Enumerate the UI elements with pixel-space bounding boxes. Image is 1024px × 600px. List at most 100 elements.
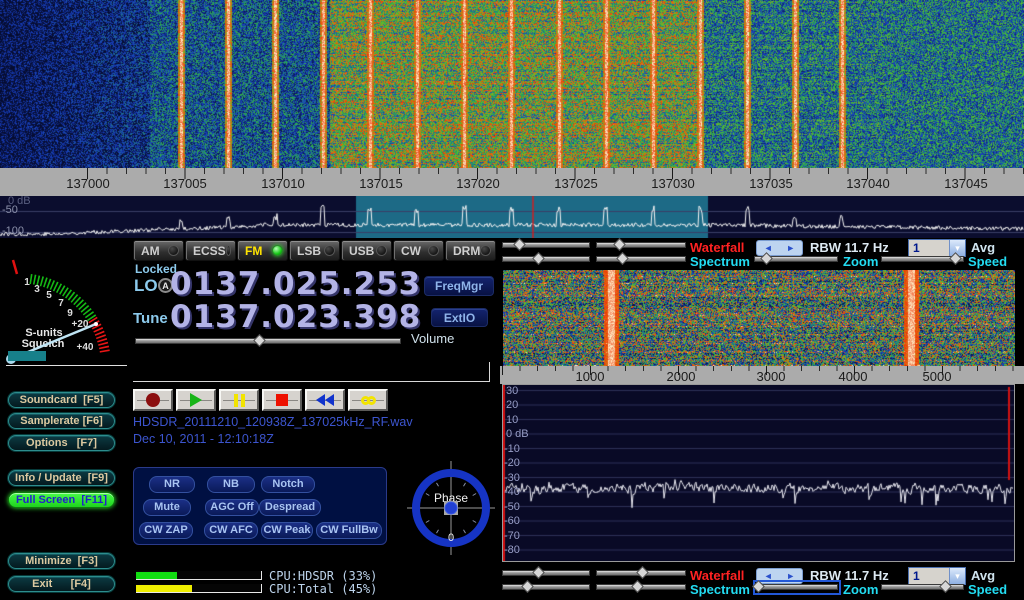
s-meter-tick-label: 7 (58, 298, 64, 309)
speed-slider-2[interactable] (881, 583, 964, 592)
rx-frequency-scale[interactable]: 1000 2000 3000 4000 5000 (500, 366, 1024, 384)
play-icon (190, 393, 202, 407)
spectrum-gain-slider[interactable] (502, 255, 590, 264)
pause-button[interactable] (219, 389, 259, 411)
zoom-slider[interactable] (754, 255, 838, 264)
recorder-toolbar (133, 389, 393, 411)
speed-label: Speed (968, 254, 1007, 269)
zoom-slider-2[interactable] (756, 583, 838, 592)
waterfall-brightness-slider-2[interactable] (502, 569, 590, 578)
speed-slider[interactable] (881, 255, 964, 264)
spectrum-range-slider-2[interactable] (596, 583, 686, 592)
volume-slider[interactable] (135, 337, 401, 346)
mode-button-ecss[interactable]: ECSS (185, 240, 236, 261)
recording-date: Dec 10, 2011 - 12:10:18Z (133, 432, 274, 446)
db-label: -20 (504, 457, 520, 469)
db-label: 20 (506, 399, 518, 411)
mode-label: ECSS (193, 244, 226, 258)
record-button[interactable] (133, 389, 173, 411)
mode-led (324, 245, 335, 256)
freq-tick-label: 137035 (736, 176, 806, 191)
spectrum-range-slider[interactable] (596, 255, 686, 264)
lo-frequency-display[interactable]: 0137.025.253 (170, 266, 421, 302)
db-label: -70 (504, 530, 520, 542)
rewind-button[interactable] (305, 389, 345, 411)
spin-left-icon[interactable]: ◄ (764, 571, 773, 581)
info-update-button[interactable]: Info / Update [F9] (8, 470, 115, 486)
samplerate-button[interactable]: Samplerate [F6] (8, 413, 115, 429)
main-spectrum-canvas[interactable] (0, 196, 1024, 238)
cpu-total-bar (136, 584, 262, 593)
mode-led (272, 245, 283, 256)
lo-label: LO (134, 276, 158, 296)
spin-right-icon[interactable]: ► (786, 243, 795, 253)
options-button[interactable]: Options [F7] (8, 435, 115, 451)
waterfall-brightness-slider[interactable] (502, 241, 590, 250)
mode-led (226, 245, 231, 256)
spectrum-label-2: Spectrum (690, 582, 750, 597)
mode-button-am[interactable]: AM (133, 240, 184, 261)
waterfall-shift-spinner-2[interactable]: ◄ ► (756, 568, 803, 584)
s-meter-tick-label: 5 (46, 290, 52, 301)
freq-tick-label: 137015 (346, 176, 416, 191)
spectrum-gain-slider-2[interactable] (502, 583, 590, 592)
freq-tick-label: 5000 (907, 369, 967, 384)
phase-dial[interactable]: Phase 0 (407, 461, 495, 555)
mode-label: DRM (453, 244, 480, 258)
waterfall-label-2: Waterfall (690, 568, 744, 583)
db-label: -100 (2, 225, 24, 237)
slider-track[interactable] (135, 338, 401, 344)
cw-peak-button[interactable]: CW Peak (261, 522, 313, 539)
freqmgr-button[interactable]: FreqMgr (424, 276, 494, 296)
s-meter-tick-label: +40 (77, 342, 94, 353)
mode-button-fm[interactable]: FM (237, 240, 288, 261)
cw-afc-button[interactable]: CW AFC (204, 522, 258, 539)
waterfall-contrast-slider-2[interactable] (596, 569, 686, 578)
notch-button[interactable]: Notch (261, 476, 315, 493)
zoom-label-2: Zoom (843, 582, 878, 597)
extio-button[interactable]: ExtIO (431, 308, 488, 327)
avg-label: Avg (971, 240, 995, 255)
freq-tick-label: 137025 (541, 176, 611, 191)
rx-waterfall-display[interactable] (503, 270, 1015, 366)
loop-button[interactable] (348, 389, 388, 411)
main-waterfall-display[interactable] (0, 0, 1024, 168)
mode-button-usb[interactable]: USB (341, 240, 392, 261)
squelch-level-bar[interactable] (8, 351, 46, 361)
nr-button[interactable]: NR (149, 476, 195, 493)
mode-button-lsb[interactable]: LSB (289, 240, 340, 261)
freq-tick-label: 1000 (560, 369, 620, 384)
waterfall-contrast-slider[interactable] (596, 241, 686, 250)
tune-frequency-display[interactable]: 0137.023.398 (170, 299, 421, 335)
speed-label-2: Speed (968, 582, 1007, 597)
minimize-button[interactable]: Minimize [F3] (8, 553, 115, 569)
phase-knob[interactable] (445, 502, 457, 514)
despread-button[interactable]: Despread (259, 499, 321, 516)
slider-thumb[interactable] (253, 334, 266, 347)
soundcard-button[interactable]: Soundcard [F5] (8, 392, 115, 408)
mode-label: AM (141, 244, 160, 258)
s-meter-tick-label: 9 (67, 308, 73, 319)
cw-fullbw-button[interactable]: CW FullBw (316, 522, 382, 539)
mode-button-cw[interactable]: CW (393, 240, 444, 261)
agc-button[interactable]: AGC Off (205, 499, 259, 516)
spin-right-icon[interactable]: ► (786, 571, 795, 581)
db-label: -50 (2, 204, 18, 216)
main-frequency-scale[interactable]: 137000 137005 137010 137015 137020 13702… (0, 168, 1024, 196)
rx-spectrum-display[interactable]: 30 20 10 0 dB -10 -20 -30 -40 -50 -60 -7… (502, 384, 1015, 562)
play-button[interactable] (176, 389, 216, 411)
stop-button[interactable] (262, 389, 302, 411)
mode-button-drm[interactable]: DRM (445, 240, 496, 261)
main-spectrum-display[interactable]: 0 dB -50 -100 (0, 196, 1024, 238)
rx-spectrum-canvas[interactable] (503, 385, 1014, 561)
fullscreen-button[interactable]: Full Screen [F11] (8, 492, 115, 508)
spin-left-icon[interactable]: ◄ (764, 243, 773, 253)
chevron-down-icon[interactable]: ▾ (949, 568, 965, 584)
nb-button[interactable]: NB (207, 476, 255, 493)
mute-button[interactable]: Mute (143, 499, 191, 516)
cw-zap-button[interactable]: CW ZAP (139, 522, 193, 539)
db-label: -10 (504, 443, 520, 455)
exit-button[interactable]: Exit [F4] (8, 576, 115, 592)
mode-label: CW (401, 244, 421, 258)
cpu-hdsdr-fill (136, 572, 177, 579)
